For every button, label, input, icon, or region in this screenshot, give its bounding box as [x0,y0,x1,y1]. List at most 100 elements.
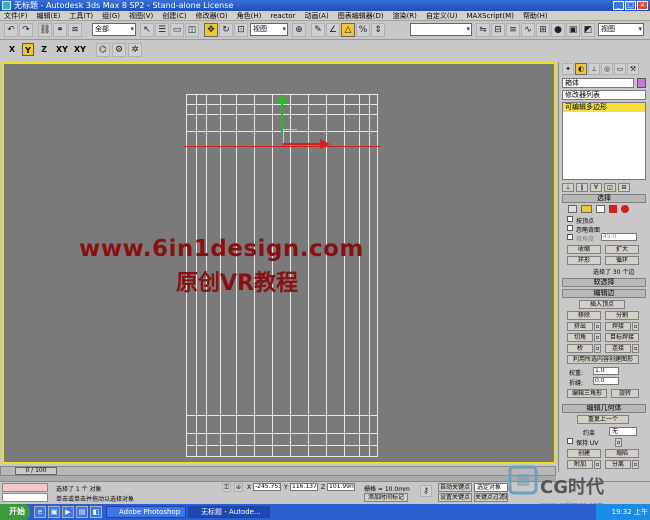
curve-editor-icon[interactable]: ∿ [521,23,535,37]
utilities-tab-icon[interactable]: ⚒ [627,63,639,75]
select-scale-icon[interactable]: ⊡ [234,23,248,37]
menu-graph-editors[interactable]: 图表编辑器(D) [338,11,384,21]
hierarchy-tab-icon[interactable]: ⊥ [588,63,600,75]
select-link-icon[interactable]: ⛓ [38,23,52,37]
menu-help[interactable]: 帮助(H) [523,11,548,21]
align-icon[interactable]: ⊟ [491,23,505,37]
quicklaunch-desktop-icon[interactable]: ▣ [48,506,60,518]
gizmo-y-arrow-icon[interactable] [276,94,288,104]
mirror-icon[interactable]: ⇋ [476,23,490,37]
minimize-button[interactable]: _ [613,1,624,10]
extrude-settings-icon[interactable]: ▫ [594,322,601,331]
axis-z-button[interactable]: Z [38,43,50,56]
chamfer-button[interactable]: 切角 [567,333,593,342]
preserve-uv-settings-icon[interactable]: ▫ [615,438,622,447]
create-shape-button[interactable]: 利用所选内容创建图形 [567,355,639,364]
bridge-settings-icon[interactable]: ▫ [594,344,601,353]
weld-settings-icon[interactable]: ▫ [632,322,639,331]
modifier-stack-item[interactable]: 可编辑多边形 [563,103,645,112]
by-vertex-checkbox[interactable] [567,216,573,222]
menu-rendering[interactable]: 渲染(R) [393,11,417,21]
set-key-button[interactable]: 设置关键点 [438,493,472,502]
create-tab-icon[interactable]: ✦ [562,63,574,75]
y-coordinate[interactable]: 116.137m [290,483,318,491]
angle-snap-icon[interactable]: △ [341,23,355,37]
selection-rollout-header[interactable]: 选择 [562,194,646,203]
named-selection-dropdown[interactable] [410,23,472,36]
select-object-icon[interactable]: ↖ [140,23,154,37]
extrude-button[interactable]: 挤出 [567,322,593,331]
task-3dsmax[interactable]: 无标题 - Autode... [188,506,270,518]
select-move-icon[interactable]: ✥ [204,23,218,37]
menu-create[interactable]: 创建(C) [162,11,186,21]
quicklaunch-ie-icon[interactable]: e [34,506,46,518]
turn-button[interactable]: 旋转 [611,389,639,398]
pin-stack-icon[interactable]: ⊥ [562,183,574,192]
unlink-icon[interactable]: ⚭ [53,23,67,37]
start-button[interactable]: 开始 [0,504,30,520]
menu-character[interactable]: 角色(H) [237,11,262,21]
object-color-swatch[interactable] [637,78,646,88]
menu-views[interactable]: 视图(V) [129,11,153,21]
motion-tab-icon[interactable]: ◎ [601,63,613,75]
menu-modifiers[interactable]: 修改器(O) [196,11,228,21]
snaps-toggle-icon[interactable]: ∠ [326,23,340,37]
polygon-mode-icon[interactable] [609,205,617,213]
schematic-view-icon[interactable]: ⊞ [536,23,550,37]
edge-mode-icon[interactable] [581,205,592,213]
insert-vertex-button[interactable]: 插入顶点 [579,300,625,309]
gizmo-y-axis[interactable] [281,99,283,133]
target-weld-button[interactable]: 目标焊接 [605,333,639,342]
bridge-button[interactable]: 桥 [567,344,593,353]
bind-space-warp-icon[interactable]: ≋ [68,23,82,37]
connect-settings-icon[interactable]: ▫ [632,344,639,353]
close-button[interactable]: × [637,1,648,10]
menu-reactor[interactable]: reactor [270,12,295,20]
key-filters-button[interactable]: 关键点过滤器... [474,493,508,502]
selection-lock-icon[interactable]: ⚿ [222,483,231,492]
quicklaunch-folder-icon[interactable]: ▤ [76,506,88,518]
configure-sets-icon[interactable]: ⊟ [618,183,630,192]
axis-x-button[interactable]: X [6,43,18,56]
render-scene-icon[interactable]: ▣ [566,23,580,37]
loop-button[interactable]: 循环 [605,256,639,265]
clock[interactable]: 19:32 上午 [612,508,648,516]
connect-button[interactable]: 连接 [605,344,631,353]
quicklaunch-max-icon[interactable]: ◧ [90,506,102,518]
settings-icon[interactable]: ✲ [128,43,142,57]
preserve-uv-checkbox[interactable] [567,438,573,444]
repeat-last-button[interactable]: 重复上一个 [577,415,629,424]
quick-render-icon[interactable]: ◩ [581,23,595,37]
modify-tab-icon[interactable]: ◐ [575,63,587,75]
time-slider[interactable]: 0 / 100 [0,466,556,476]
layer-manager-icon[interactable]: ≡ [506,23,520,37]
axis-y-button[interactable]: Y [22,43,34,56]
undo-icon[interactable]: ↶ [4,23,18,37]
make-unique-icon[interactable]: ∀ [590,183,602,192]
display-tab-icon[interactable]: ▭ [614,63,626,75]
auto-key-button[interactable]: 自动关键点 [438,483,472,492]
rect-selection-region-icon[interactable]: ▭ [170,23,184,37]
redo-icon[interactable]: ↷ [19,23,33,37]
remove-button[interactable]: 移除 [567,311,601,320]
menu-tools[interactable]: 工具(T) [69,11,93,21]
crease-spinner[interactable]: 0.0 [593,377,619,385]
edit-geometry-rollout-header[interactable]: 编辑几何体 [562,404,646,413]
quicklaunch-media-icon[interactable]: ▶ [62,506,74,518]
perspective-viewport[interactable]: www.6in1design.com 原创VR教程 [2,62,556,464]
z-coordinate[interactable]: 101.99mm [327,483,355,491]
select-manipulate-icon[interactable]: ✎ [311,23,325,37]
select-rotate-icon[interactable]: ↻ [219,23,233,37]
render-view-dropdown[interactable]: 视图 [598,23,644,36]
object-name-field[interactable]: 箱体 [562,78,634,88]
plane-xy-button[interactable]: XY [54,43,70,56]
menu-edit[interactable]: 编辑(E) [37,11,61,21]
spinner-snap-icon[interactable]: ⇕ [371,23,385,37]
ref-coord-dropdown[interactable]: 视图 [250,23,288,36]
remove-modifier-icon[interactable]: ◫ [604,183,616,192]
menu-group[interactable]: 组(G) [102,11,120,21]
maxscript-mini-listener[interactable] [2,493,48,502]
x-coordinate[interactable]: -245.753r [253,483,281,491]
border-mode-icon[interactable] [596,205,605,213]
vertex-mode-icon[interactable] [568,205,577,213]
